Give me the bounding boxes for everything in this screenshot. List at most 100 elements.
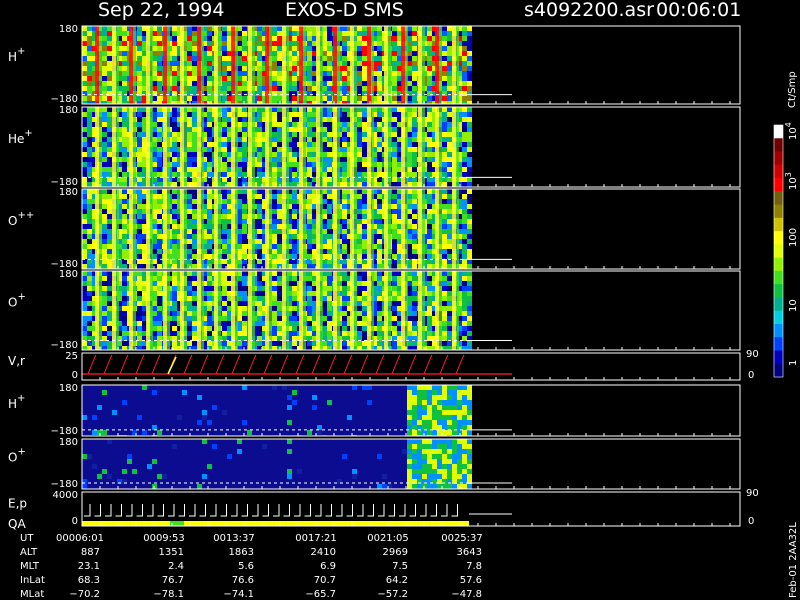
ephem-cell: 2969	[383, 547, 408, 558]
ephem-cell: 6.9	[320, 561, 336, 572]
colorbar-tick-label: 104	[784, 122, 799, 140]
right-tick-bottom-ep-qa: 0	[748, 516, 754, 527]
ephem-cell: 57.6	[460, 575, 482, 586]
ephem-cell: 3643	[457, 547, 482, 558]
ephem-row-label: MLat	[20, 589, 44, 600]
colorbar-segment	[774, 244, 783, 259]
frame-ep-qa	[81, 491, 741, 527]
panel-label2-ep-qa: QA	[8, 517, 26, 531]
colorbar-segment	[774, 231, 783, 245]
right-tick-bottom-vr: 0	[748, 370, 754, 381]
colorbar-segment	[774, 350, 783, 365]
heatmap-layer	[82, 26, 512, 526]
ephem-cell: 0025:37	[441, 533, 483, 544]
colorbar-tick-exponent: 4	[784, 122, 793, 127]
panel-o-plusplus	[82, 189, 512, 269]
colorbar-segment	[774, 125, 783, 139]
ephem-cell: 0013:37	[213, 533, 255, 544]
colorbar-tick-exponent: 3	[784, 172, 793, 177]
ephem-cell: −74.1	[223, 589, 254, 600]
ytick-top-ep-qa: 4000	[53, 490, 78, 501]
ephem-row-label: UT	[20, 533, 34, 544]
colorbar-segment	[774, 363, 783, 378]
header-time: 00:06:01	[656, 0, 741, 21]
ytick-bottom-ep-qa: 0	[72, 516, 78, 527]
ytick-bottom-vr: 0	[72, 370, 78, 381]
panel-label-he-plus: He+	[8, 128, 33, 146]
right-tick-top-ep-qa: 90	[746, 488, 759, 499]
panel-charge-he-plus: +	[24, 128, 32, 139]
ephem-cell: −65.7	[305, 589, 336, 600]
panel-label-o-plus-2: O+	[8, 447, 26, 465]
colorbar-segment	[774, 284, 783, 298]
ephem-cell: −70.2	[69, 589, 100, 600]
panel-label-h-plus-2: H+	[8, 393, 25, 411]
ytick-top-o-plusplus: 180	[59, 187, 78, 198]
footer-code: Feb-01 2AA32L	[788, 522, 799, 598]
panel-label-vr: V,r	[8, 354, 25, 368]
ephem-cell: 0021:05	[367, 533, 409, 544]
ephem-cell: 2.4	[168, 561, 184, 572]
colorbar-segment	[774, 204, 783, 219]
ephem-cell: 68.3	[78, 575, 100, 586]
colorbar-tick-label: 100	[788, 228, 799, 247]
colorbar-segment	[774, 323, 783, 338]
colorbar-segment	[774, 138, 783, 153]
ephem-row-label: MLT	[20, 561, 40, 572]
ytick-top-o-plus: 180	[59, 269, 78, 280]
spectrogram-svg: Sep 22, 1994 EXOS-D SMS s4092200.asr 00:…	[8, 0, 799, 600]
panel-charge-o-plus: +	[17, 292, 25, 303]
ephem-cell: 0009:53	[143, 533, 185, 544]
ephem-row-label: InLat	[20, 575, 45, 586]
colorbar-segment	[774, 151, 783, 166]
panel-charge-h-plus-2: +	[17, 393, 25, 404]
panel-vr	[82, 354, 512, 375]
ephem-cell: 76.6	[232, 575, 254, 586]
ephem-cell: 70.7	[314, 575, 336, 586]
ephem-cell: 23.1	[78, 561, 100, 572]
colorbar-segment	[774, 257, 783, 272]
colorbar: Ct/Smp 1 10 100 103 104	[773, 71, 799, 378]
panel-label-h-plus: H+	[8, 46, 25, 64]
ytick-top-vr: 25	[65, 351, 78, 362]
panel-he-plus	[82, 107, 512, 187]
colorbar-segment	[774, 270, 783, 285]
ytick-bottom-o-plus: −180	[51, 340, 78, 351]
ephem-cell: 0017:21	[295, 533, 337, 544]
colorbar-segment	[774, 191, 783, 206]
ephem-cell: −57.2	[377, 589, 408, 600]
ytick-bottom-o-plus-2: −180	[51, 479, 78, 490]
panel-charge-o-plus-2: +	[17, 447, 25, 458]
panel-o-plus	[82, 271, 512, 350]
ephem-cell: −78.1	[153, 589, 184, 600]
ytick-top-h-plus: 180	[59, 24, 78, 35]
right-tick-top-vr: 90	[746, 349, 759, 360]
ytick-top-he-plus: 180	[59, 105, 78, 116]
ephem-cell: 7.8	[466, 561, 482, 572]
header-instrument: EXOS-D SMS	[285, 0, 404, 21]
ephem-cell: 00006:01	[56, 533, 104, 544]
panel-h-plus-2	[82, 385, 512, 436]
ephem-cell: 1863	[229, 547, 254, 558]
ephem-cell: 7.5	[392, 561, 408, 572]
colorbar-segment	[774, 310, 783, 325]
panel-label-o-plusplus: O++	[8, 210, 34, 228]
colorbar-segment	[774, 297, 783, 312]
ephem-cell: 5.6	[238, 561, 254, 572]
ytick-top-h-plus-2: 180	[59, 383, 78, 394]
ephem-cell: 2410	[311, 547, 336, 558]
colorbar-unit: Ct/Smp	[787, 71, 798, 108]
ephem-cell: 887	[81, 547, 100, 558]
colorbar-segment	[774, 178, 783, 192]
panel-label-ep-qa: E,p	[8, 496, 27, 510]
ytick-top-o-plus-2: 180	[59, 437, 78, 448]
ephemeris-table: UT ALT MLT InLat MLat 00006:01 887 23.1 68.3 −70.…	[20, 533, 483, 600]
colorbar-tick-label: 1	[788, 360, 799, 366]
colorbar-tick-label: 10	[788, 299, 799, 312]
ytick-bottom-h-plus: −180	[51, 94, 78, 105]
colorbar-segment	[774, 337, 783, 351]
ephem-cell: 76.7	[162, 575, 184, 586]
colorbar-segment	[774, 164, 783, 179]
ephem-cell: 64.2	[386, 575, 408, 586]
panel-ep-qa	[82, 504, 512, 526]
